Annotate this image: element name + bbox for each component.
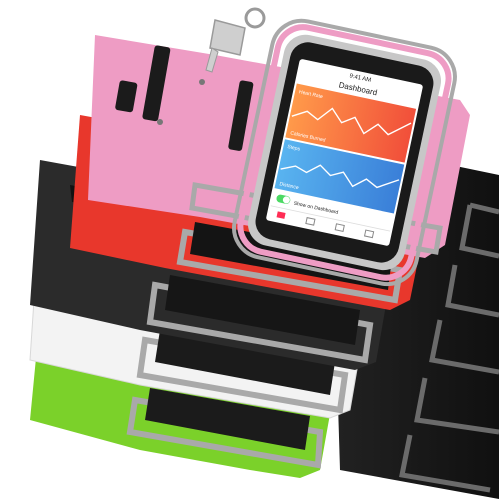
armband-product-photo: 9:41 AM Dashboard Heart Rate Calories Bu… [29, 7, 499, 499]
